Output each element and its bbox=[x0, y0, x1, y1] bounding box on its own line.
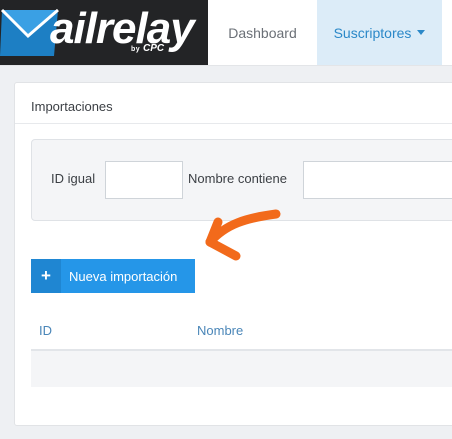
panel-divider bbox=[15, 123, 452, 124]
column-header-name[interactable]: Nombre bbox=[197, 323, 243, 338]
logo-wordmark: ailrelay bbox=[50, 4, 195, 53]
mailrelay-logo[interactable]: ailrelay by CPC bbox=[0, 0, 208, 65]
nav-dashboard[interactable]: Dashboard bbox=[208, 0, 317, 65]
id-filter-input[interactable] bbox=[105, 161, 183, 199]
panel-title: Importaciones bbox=[31, 99, 113, 114]
logo-cpc: CPC bbox=[143, 43, 165, 54]
caret-down-icon bbox=[417, 30, 426, 35]
new-import-label: Nueva importación bbox=[69, 268, 178, 284]
annotation-arrow-icon bbox=[205, 209, 281, 261]
id-filter-label: ID igual bbox=[51, 171, 96, 186]
column-header-id[interactable]: ID bbox=[39, 323, 52, 338]
nav-subscribers-dropdown[interactable]: Suscriptores bbox=[317, 0, 442, 65]
nav-subscribers-label: Suscriptores bbox=[333, 24, 412, 41]
table-row bbox=[31, 351, 452, 387]
plus-icon: + bbox=[31, 259, 61, 293]
new-import-button[interactable]: + Nueva importación bbox=[31, 259, 195, 293]
nav-dashboard-label: Dashboard bbox=[228, 24, 297, 41]
name-filter-label: Nombre contiene bbox=[188, 171, 287, 186]
name-filter-input[interactable] bbox=[303, 161, 452, 199]
top-navbar: ailrelay by CPC Dashboard Suscriptores bbox=[0, 0, 452, 66]
logo-by: by bbox=[131, 46, 141, 53]
